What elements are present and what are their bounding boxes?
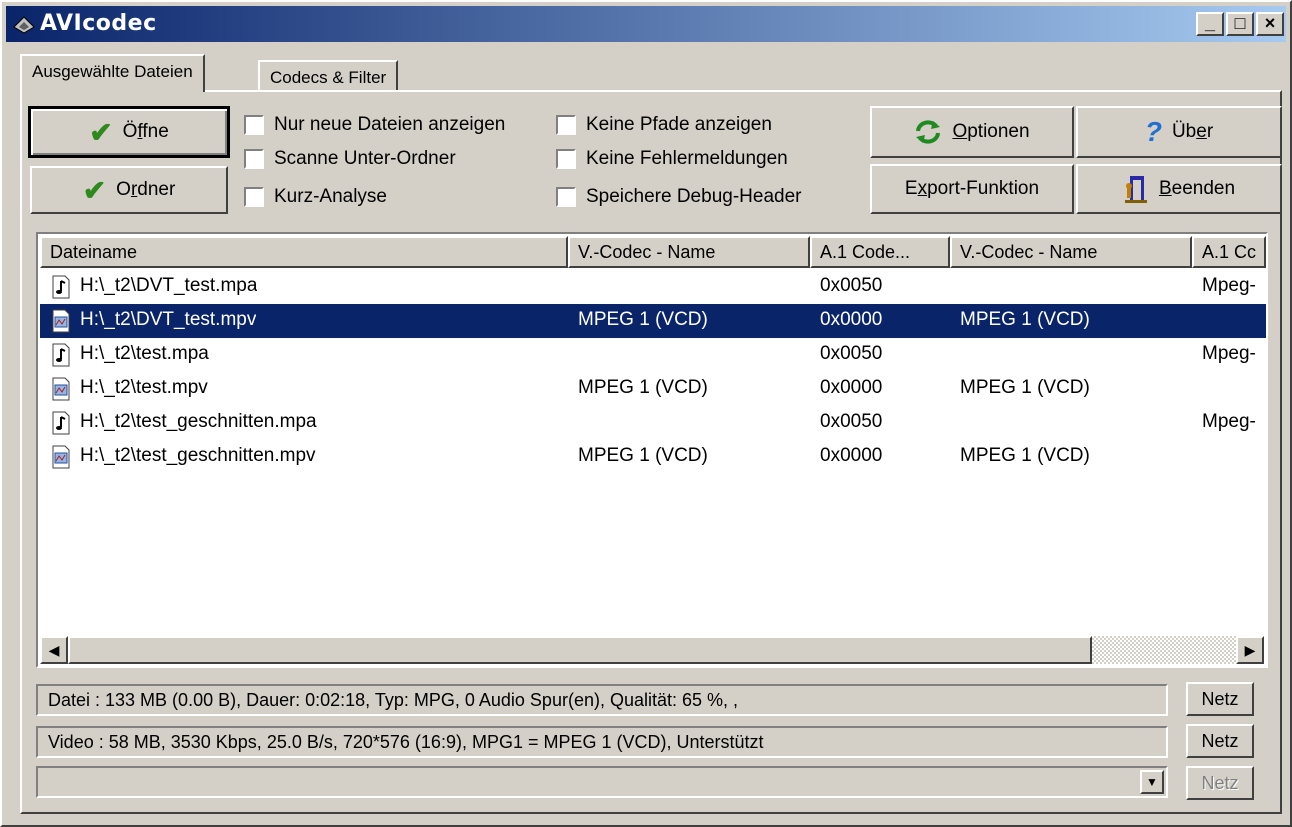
- exit-door-icon: [1124, 176, 1147, 203]
- table-cell: 0x0050: [820, 343, 883, 364]
- column-header-vcodec-2[interactable]: V.-Codec - Name: [950, 236, 1192, 268]
- table-cell: MPEG 1 (VCD): [960, 309, 1090, 330]
- table-row[interactable]: H:\_t2\test_geschnitten.mpa 0x0050 Mpeg-: [40, 406, 1266, 440]
- avicodec-window: AVIcodec _ □ × Ausgewählte Dateien Codec…: [0, 0, 1292, 827]
- table-cell: H:\_t2\test_geschnitten.mpa: [80, 411, 317, 432]
- audio-file-icon: [52, 411, 70, 435]
- scroll-right-arrow-icon[interactable]: ▶: [1236, 636, 1264, 664]
- tab-label: Ausgewählte Dateien: [32, 62, 193, 81]
- checkmark-icon: ✔: [89, 116, 113, 148]
- audio-file-icon: [52, 343, 70, 367]
- table-cell: H:\_t2\test.mpa: [80, 343, 209, 364]
- tab-codecs-filter[interactable]: Codecs & Filter: [258, 60, 399, 92]
- audio-file-icon: [52, 275, 70, 299]
- file-info-line: Datei : 133 MB (0.00 B), Dauer: 0:02:18,…: [36, 684, 1168, 716]
- table-cell: MPEG 1 (VCD): [578, 377, 708, 398]
- help-icon: ?: [1144, 116, 1162, 147]
- table-cell: 0x0050: [820, 275, 883, 296]
- checkbox-label: Kurz-Analyse: [274, 186, 387, 207]
- about-label: Über: [1171, 121, 1214, 142]
- table-row[interactable]: H:\_t2\test_geschnitten.mpv MPEG 1 (VCD) 0…: [40, 440, 1266, 474]
- table-row[interactable]: H:\_t2\DVT_test.mpv MPEG 1 (VCD) 0x0000 MPE…: [40, 304, 1266, 338]
- table-cell: 0x0050: [820, 411, 883, 432]
- checkbox-box[interactable]: [244, 187, 264, 207]
- open-button[interactable]: ✔ Öffne: [28, 106, 230, 158]
- checkbox-scan-subfolders[interactable]: Scanne Unter-Ordner: [244, 148, 456, 170]
- video-info-line: Video : 58 MB, 3530 Kbps, 25.0 B/s, 720*…: [36, 726, 1168, 758]
- window-title: AVIcodec: [40, 11, 157, 36]
- checkbox-label: Scanne Unter-Ordner: [274, 148, 456, 169]
- table-row[interactable]: H:\_t2\test.mpv MPEG 1 (VCD) 0x0000 MPEG 1 …: [40, 372, 1266, 406]
- horizontal-scrollbar[interactable]: ◀ ▶: [40, 636, 1264, 664]
- checkbox-box[interactable]: [556, 187, 576, 207]
- export-label: Export-Funktion: [904, 178, 1040, 199]
- table-cell: Mpeg-: [1202, 275, 1256, 296]
- table-cell: H:\_t2\DVT_test.mpa: [80, 275, 258, 296]
- minimize-button[interactable]: _: [1196, 12, 1224, 36]
- table-cell: 0x0000: [820, 377, 883, 398]
- refresh-icon: [916, 120, 941, 144]
- app-icon: [13, 16, 35, 34]
- table-cell: 0x0000: [820, 309, 883, 330]
- netz-button-audio: Netz: [1186, 766, 1254, 800]
- table-cell: MPEG 1 (VCD): [578, 445, 708, 466]
- checkbox-short-analysis[interactable]: Kurz-Analyse: [244, 186, 387, 208]
- video-file-icon: [52, 377, 70, 401]
- scroll-left-arrow-icon[interactable]: ◀: [40, 636, 68, 664]
- table-cell: Mpeg-: [1202, 411, 1256, 432]
- video-file-icon: [52, 445, 70, 469]
- maximize-button[interactable]: □: [1226, 12, 1254, 36]
- scrollbar-thumb[interactable]: [68, 636, 1092, 664]
- tab-label: Codecs & Filter: [270, 68, 387, 87]
- options-label: Optionen: [952, 121, 1030, 142]
- export-button[interactable]: Export-Funktion: [870, 164, 1074, 214]
- table-row[interactable]: H:\_t2\test.mpa 0x0050 Mpeg-: [40, 338, 1266, 372]
- dropdown-arrow-icon[interactable]: ▼: [1140, 770, 1164, 794]
- checkbox-box[interactable]: [556, 115, 576, 135]
- column-header-vcodec[interactable]: V.-Codec - Name: [568, 236, 810, 268]
- audio-stream-select[interactable]: ▼: [36, 766, 1168, 798]
- table-cell: MPEG 1 (VCD): [578, 309, 708, 330]
- open-label: Öffne: [122, 121, 169, 142]
- checkbox-label: Nur neue Dateien anzeigen: [274, 114, 506, 135]
- checkbox-box[interactable]: [244, 115, 264, 135]
- checkbox-box[interactable]: [556, 149, 576, 169]
- table-cell: MPEG 1 (VCD): [960, 377, 1090, 398]
- table-cell: H:\_t2\DVT_test.mpv: [80, 309, 257, 330]
- options-button[interactable]: Optionen: [870, 106, 1074, 158]
- column-header-a1codec-2[interactable]: A.1 Cc: [1192, 236, 1266, 268]
- column-header-filename[interactable]: Dateiname: [40, 236, 568, 268]
- checkbox-label: Keine Pfade anzeigen: [586, 114, 772, 135]
- netz-button-file[interactable]: Netz: [1186, 682, 1254, 716]
- folder-button[interactable]: ✔ Ordner: [30, 166, 228, 214]
- table-cell: H:\_t2\test.mpv: [80, 377, 208, 398]
- file-list[interactable]: Dateiname V.-Codec - Name A.1 Code... V.…: [36, 232, 1268, 668]
- title-bar[interactable]: AVIcodec _ □ ×: [6, 6, 1286, 42]
- checkbox-box[interactable]: [244, 149, 264, 169]
- tab-selected-files[interactable]: Ausgewählte Dateien: [20, 54, 205, 92]
- table-cell: H:\_t2\test_geschnitten.mpv: [80, 445, 316, 466]
- checkbox-label: Keine Fehlermeldungen: [586, 148, 788, 169]
- quit-button[interactable]: Beenden: [1076, 164, 1282, 214]
- about-button[interactable]: ? Über: [1076, 106, 1282, 158]
- quit-label: Beenden: [1158, 178, 1236, 199]
- checkbox-only-new-files[interactable]: Nur neue Dateien anzeigen: [244, 114, 505, 136]
- table-cell: 0x0000: [820, 445, 883, 466]
- checkbox-hide-paths[interactable]: Keine Pfade anzeigen: [556, 114, 772, 136]
- table-cell: Mpeg-: [1202, 343, 1256, 364]
- checkbox-label: Speichere Debug-Header: [586, 186, 802, 207]
- checkbox-no-errors[interactable]: Keine Fehlermeldungen: [556, 148, 788, 170]
- netz-button-video[interactable]: Netz: [1186, 724, 1254, 758]
- video-file-icon: [52, 309, 70, 333]
- checkbox-save-debug-header[interactable]: Speichere Debug-Header: [556, 186, 801, 208]
- checkmark-icon: ✔: [82, 174, 107, 206]
- column-header-a1codec[interactable]: A.1 Code...: [810, 236, 950, 268]
- table-row[interactable]: H:\_t2\DVT_test.mpa 0x0050 Mpeg-: [40, 270, 1266, 304]
- close-button[interactable]: ×: [1256, 12, 1284, 36]
- folder-label: Ordner: [116, 179, 176, 200]
- table-cell: MPEG 1 (VCD): [960, 445, 1090, 466]
